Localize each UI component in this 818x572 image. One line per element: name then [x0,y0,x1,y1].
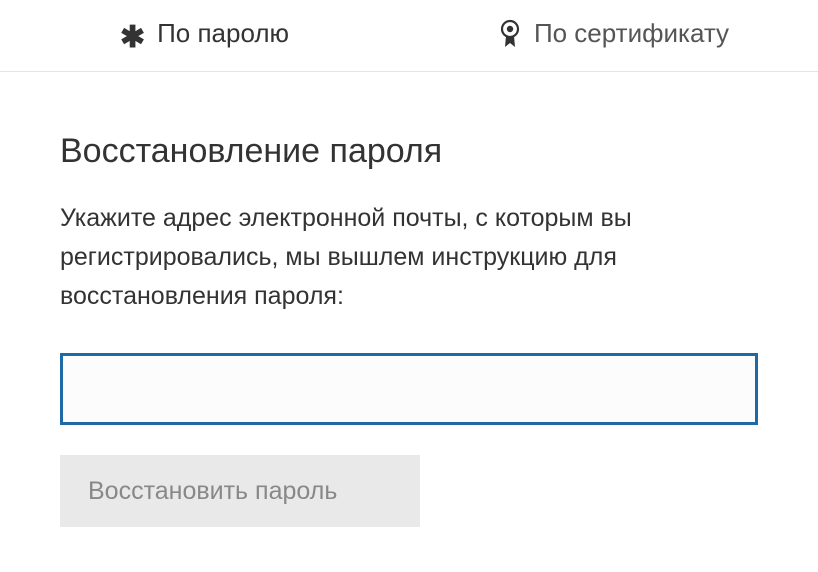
tab-password[interactable]: ✱ По паролю [0,0,409,71]
certificate-icon [498,19,522,49]
email-input[interactable] [60,353,758,425]
page-title: Восстановление пароля [60,132,758,171]
asterisk-icon: ✱ [120,23,145,53]
auth-tabs: ✱ По паролю По сертификату [0,0,818,72]
tab-password-label: По паролю [157,18,289,49]
instruction-text: Укажите адрес электронной почты, с котор… [60,199,720,315]
recover-password-button-label: Восстановить пароль [88,477,337,506]
tab-certificate-label: По сертификату [534,18,729,49]
recover-password-button[interactable]: Восстановить пароль [60,455,420,527]
tab-certificate[interactable]: По сертификату [409,0,818,71]
password-recovery-form: Восстановление пароля Укажите адрес элек… [0,72,818,527]
